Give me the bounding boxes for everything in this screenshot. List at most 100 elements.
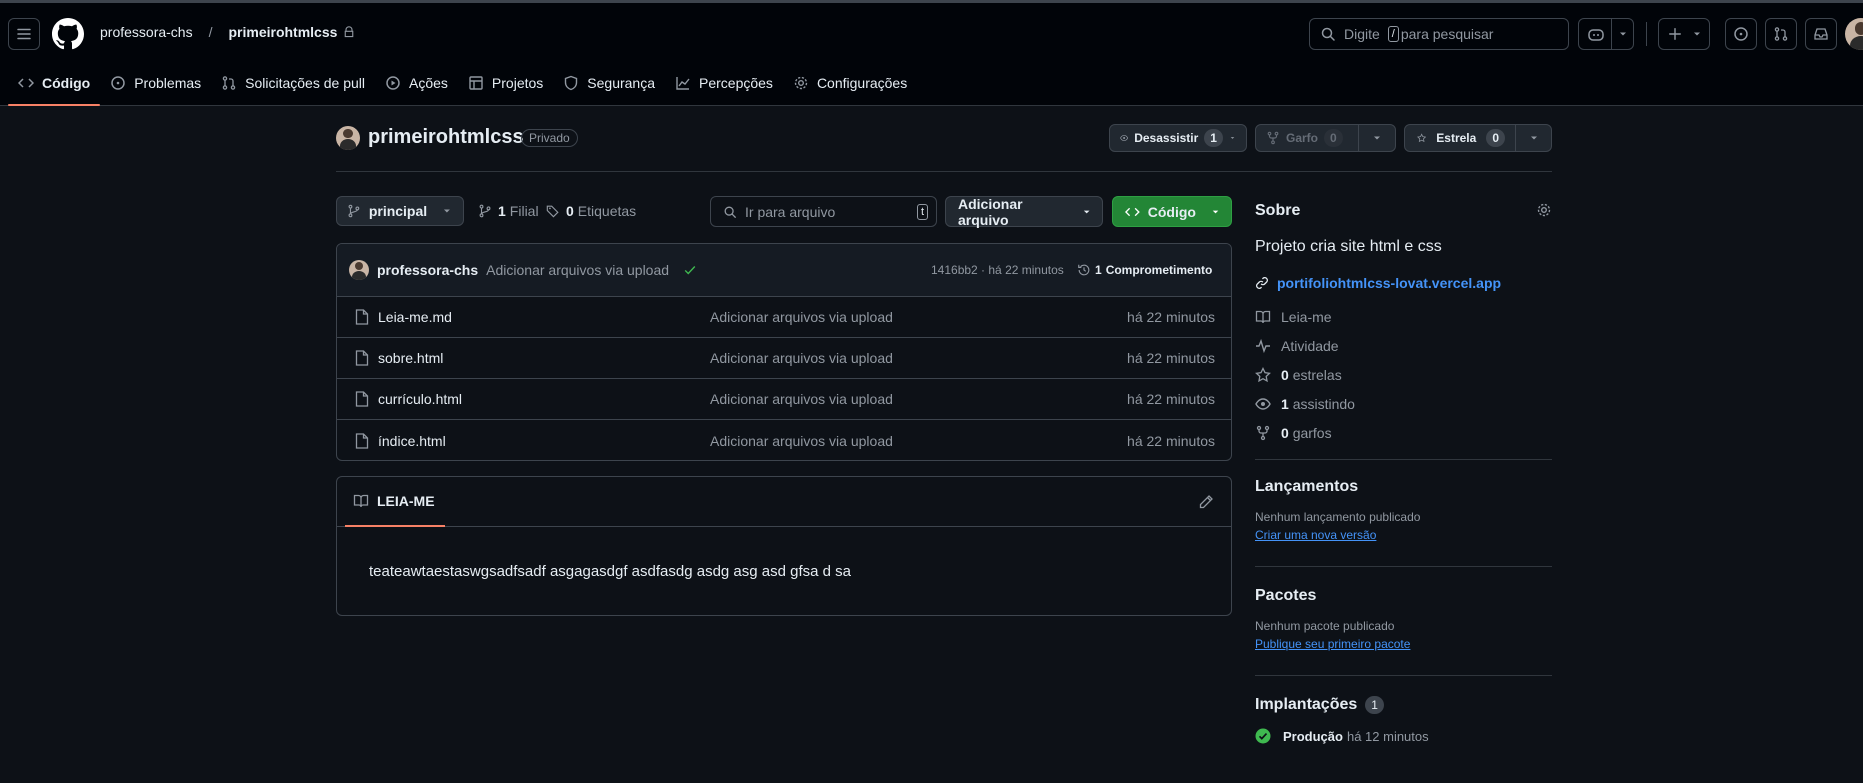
chevron-down-icon <box>1374 136 1380 140</box>
forks-link[interactable]: 0 garfos <box>1255 418 1552 447</box>
pull-requests-button[interactable] <box>1765 18 1797 50</box>
chevron-down-icon <box>444 209 451 213</box>
commit-author[interactable]: professora-chs <box>377 262 478 278</box>
readme-tab[interactable]: LEIA-ME <box>345 477 445 527</box>
repo-header: primeirohtmlcss Privado Desassistir 1 Ga… <box>336 124 1552 172</box>
hamburger-menu-button[interactable] <box>8 18 40 50</box>
issue-icon <box>1734 27 1748 41</box>
fork-icon <box>1256 425 1270 440</box>
file-row[interactable]: sobre.html Adicionar arquivos via upload… <box>337 338 1231 379</box>
breadcrumb-owner[interactable]: professora-chs <box>100 24 193 40</box>
readme-link[interactable]: Leia-me <box>1255 302 1552 331</box>
fork-count: 0 <box>1324 129 1343 147</box>
file-commit-message[interactable]: Adicionar arquivos via upload <box>710 350 893 366</box>
lock-icon <box>345 26 354 38</box>
fork-label: Garfo <box>1286 131 1319 145</box>
copilot-button[interactable] <box>1578 18 1634 50</box>
file-row[interactable]: índice.html Adicionar arquivos via uploa… <box>337 420 1231 460</box>
watchers-link[interactable]: 1 assistindo <box>1255 389 1552 418</box>
code-icon <box>1125 207 1140 216</box>
add-file-button[interactable]: Adicionar arquivo <box>945 195 1103 228</box>
publish-package-link[interactable]: Publique seu primeiro pacote <box>1255 637 1552 651</box>
tab-projects[interactable]: Projetos <box>458 66 553 100</box>
create-new-button[interactable] <box>1658 18 1710 50</box>
star-dropdown-button[interactable] <box>1515 124 1552 152</box>
stars-link[interactable]: 0 estrelas <box>1255 360 1552 389</box>
file-commit-message[interactable]: Adicionar arquivos via upload <box>710 391 893 407</box>
code-dropdown-button[interactable]: Código <box>1112 196 1232 227</box>
deployment-env[interactable]: Produção <box>1283 729 1343 744</box>
stars-count: 0 <box>1281 366 1289 383</box>
check-icon[interactable] <box>683 263 697 277</box>
issues-button[interactable] <box>1725 18 1757 50</box>
file-name[interactable]: Leia-me.md <box>378 309 452 325</box>
commit-message[interactable]: Adicionar arquivos via upload <box>486 262 669 278</box>
file-commit-message[interactable]: Adicionar arquivos via upload <box>710 309 893 325</box>
tab-pull-requests[interactable]: Solicitações de pull <box>211 66 375 100</box>
search-icon <box>724 206 736 218</box>
commit-history-link[interactable]: 1 Comprometimento <box>1077 263 1212 277</box>
inbox-button[interactable] <box>1805 18 1837 50</box>
branches-label: Filial <box>509 203 539 219</box>
file-name[interactable]: índice.html <box>378 433 446 449</box>
user-avatar[interactable] <box>1845 18 1863 50</box>
repo-title[interactable]: primeirohtmlcss <box>368 126 524 149</box>
about-sidebar: Sobre Projeto cria site html e css porti… <box>1255 196 1552 744</box>
stars-label: estrelas <box>1292 366 1342 383</box>
file-name[interactable]: currículo.html <box>378 391 462 407</box>
add-file-label: Adicionar arquivo <box>958 195 1023 228</box>
table-icon <box>469 76 483 90</box>
gear-icon[interactable] <box>1536 202 1552 218</box>
book-icon <box>353 494 369 508</box>
branch-selector-button[interactable]: principal <box>336 196 464 226</box>
branch-icon <box>348 204 360 218</box>
top-header: professora-chs / primeirohtmlcss Digite … <box>0 0 1863 106</box>
tab-label: Segurança <box>587 75 655 91</box>
deployment-row[interactable]: Produção há 12 minutos <box>1255 728 1552 744</box>
create-release-link[interactable]: Criar uma nova versão <box>1255 528 1552 542</box>
deployments-title[interactable]: Implantações <box>1255 696 1357 714</box>
releases-title[interactable]: Lançamentos <box>1255 478 1552 496</box>
activity-link[interactable]: Atividade <box>1255 331 1552 360</box>
file-commit-message[interactable]: Adicionar arquivos via upload <box>710 433 893 449</box>
edit-readme-button[interactable] <box>1195 491 1217 513</box>
tab-settings[interactable]: Configurações <box>783 66 917 100</box>
header-row: professora-chs / primeirohtmlcss Digite … <box>0 14 1863 54</box>
branches-link[interactable]: 1 Filial <box>478 203 539 219</box>
commit-meta[interactable]: 1416bb2 · há 22 minutos <box>931 263 1064 277</box>
owner-avatar[interactable] <box>336 126 360 150</box>
file-row[interactable]: currículo.html Adicionar arquivos via up… <box>337 379 1231 420</box>
tab-insights[interactable]: Percepções <box>665 66 783 100</box>
window-edge <box>0 0 1863 3</box>
tab-code[interactable]: Código <box>8 66 101 106</box>
file-row[interactable]: Leia-me.md Adicionar arquivos via upload… <box>337 297 1231 338</box>
tab-label: Problemas <box>134 75 202 91</box>
copilot-icon <box>1588 29 1604 41</box>
tags-link[interactable]: 0 Etiquetas <box>546 203 636 219</box>
readme-tab-label: LEIA-ME <box>377 493 435 509</box>
issue-icon <box>111 76 125 90</box>
fork-button[interactable]: Garfo 0 <box>1255 124 1359 152</box>
tab-actions[interactable]: Ações <box>375 66 458 100</box>
releases-section: Lançamentos Nenhum lançamento publicado … <box>1255 460 1552 542</box>
commit-author-avatar[interactable] <box>349 260 369 280</box>
fork-icon <box>1267 131 1279 145</box>
packages-title[interactable]: Pacotes <box>1255 587 1552 605</box>
tab-label: Configurações <box>816 75 908 91</box>
website-url[interactable]: portifoliohtmlcss-lovat.vercel.app <box>1277 275 1501 291</box>
tab-issues[interactable]: Problemas <box>100 66 211 100</box>
fork-dropdown-button[interactable] <box>1358 124 1396 152</box>
file-search-input[interactable]: Ir para arquivo t <box>710 196 937 227</box>
watch-button[interactable]: Desassistir 1 <box>1109 124 1247 152</box>
tab-security[interactable]: Segurança <box>553 66 665 100</box>
website-link[interactable]: portifoliohtmlcss-lovat.vercel.app <box>1255 272 1552 294</box>
breadcrumb-repo[interactable]: primeirohtmlcss <box>228 24 337 40</box>
file-name[interactable]: sobre.html <box>378 350 443 366</box>
search-icon <box>1321 27 1335 41</box>
star-button[interactable]: Estrela 0 <box>1404 124 1516 152</box>
global-search-input[interactable]: Digite / para pesquisar <box>1309 18 1569 50</box>
forks-count: 0 <box>1281 424 1289 441</box>
search-prefix: Digite <box>1344 26 1380 42</box>
github-logo-icon[interactable] <box>52 18 84 50</box>
file-updated-time: há 22 minutos <box>1127 391 1215 407</box>
